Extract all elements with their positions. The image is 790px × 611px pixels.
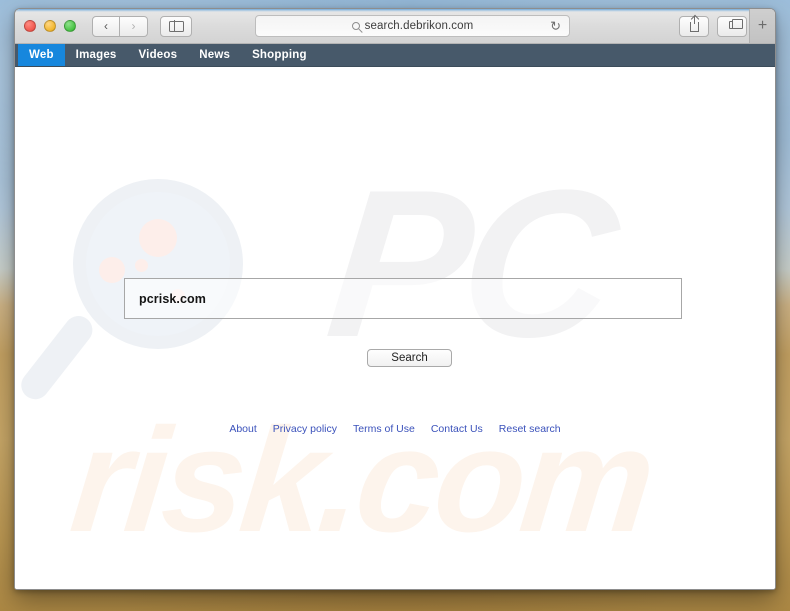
nav-tab-shopping[interactable]: Shopping <box>241 44 318 66</box>
browser-toolbar: ‹ › search.debrikon.com ↻ + <box>15 9 775 44</box>
zoom-window-button[interactable] <box>64 20 76 32</box>
footer-link-terms[interactable]: Terms of Use <box>353 423 415 435</box>
share-icon <box>689 15 699 32</box>
nav-tab-news[interactable]: News <box>188 44 241 66</box>
show-tabs-icon <box>728 18 743 29</box>
nav-tab-videos[interactable]: Videos <box>128 44 189 66</box>
search-button-label: Search <box>391 352 428 364</box>
reload-icon[interactable]: ↻ <box>550 20 561 33</box>
nav-tab-web[interactable]: Web <box>18 44 65 66</box>
minimize-window-button[interactable] <box>44 20 56 32</box>
chevron-left-icon: ‹ <box>104 19 108 33</box>
footer-links: About Privacy policy Terms of Use Contac… <box>15 423 775 435</box>
nav-tab-web-label: Web <box>29 49 54 61</box>
forward-button[interactable]: › <box>120 15 148 37</box>
watermark-pc-text: PC <box>318 146 620 381</box>
new-tab-button[interactable]: + <box>749 9 775 43</box>
nav-tab-news-label: News <box>199 49 231 61</box>
navigation-buttons: ‹ › <box>92 15 148 37</box>
site-navigation-bar: Web Images Videos News Shopping <box>15 44 775 67</box>
toolbar-right-tools <box>679 15 747 37</box>
toggle-sidebar-button[interactable] <box>160 15 192 37</box>
nav-tab-images[interactable]: Images <box>65 44 128 66</box>
nav-tab-videos-label: Videos <box>138 49 178 61</box>
search-input[interactable]: pcrisk.com <box>124 278 682 319</box>
close-window-button[interactable] <box>24 20 36 32</box>
footer-link-about[interactable]: About <box>229 423 256 435</box>
browser-window: ‹ › search.debrikon.com ↻ + Web Images V… <box>14 8 776 590</box>
page-content: PC risk.com pcrisk.com Search About Priv… <box>15 67 775 589</box>
search-icon <box>351 22 360 30</box>
search-input-value: pcrisk.com <box>139 291 207 306</box>
footer-link-contact[interactable]: Contact Us <box>431 423 483 435</box>
plus-icon: + <box>757 17 768 34</box>
window-traffic-lights <box>24 20 76 32</box>
search-button[interactable]: Search <box>367 349 452 367</box>
chevron-right-icon: › <box>131 19 136 33</box>
footer-link-privacy[interactable]: Privacy policy <box>273 423 337 435</box>
address-bar-container: search.debrikon.com ↻ <box>255 15 570 37</box>
back-button[interactable]: ‹ <box>92 15 120 37</box>
show-tabs-button[interactable] <box>717 15 747 37</box>
address-bar-url: search.debrikon.com <box>364 20 474 32</box>
footer-link-reset-search[interactable]: Reset search <box>499 423 561 435</box>
address-bar[interactable]: search.debrikon.com ↻ <box>255 15 570 37</box>
nav-tab-images-label: Images <box>75 49 117 61</box>
nav-tab-shopping-label: Shopping <box>252 49 307 61</box>
sidebar-icon <box>168 20 184 32</box>
share-button[interactable] <box>679 15 709 37</box>
